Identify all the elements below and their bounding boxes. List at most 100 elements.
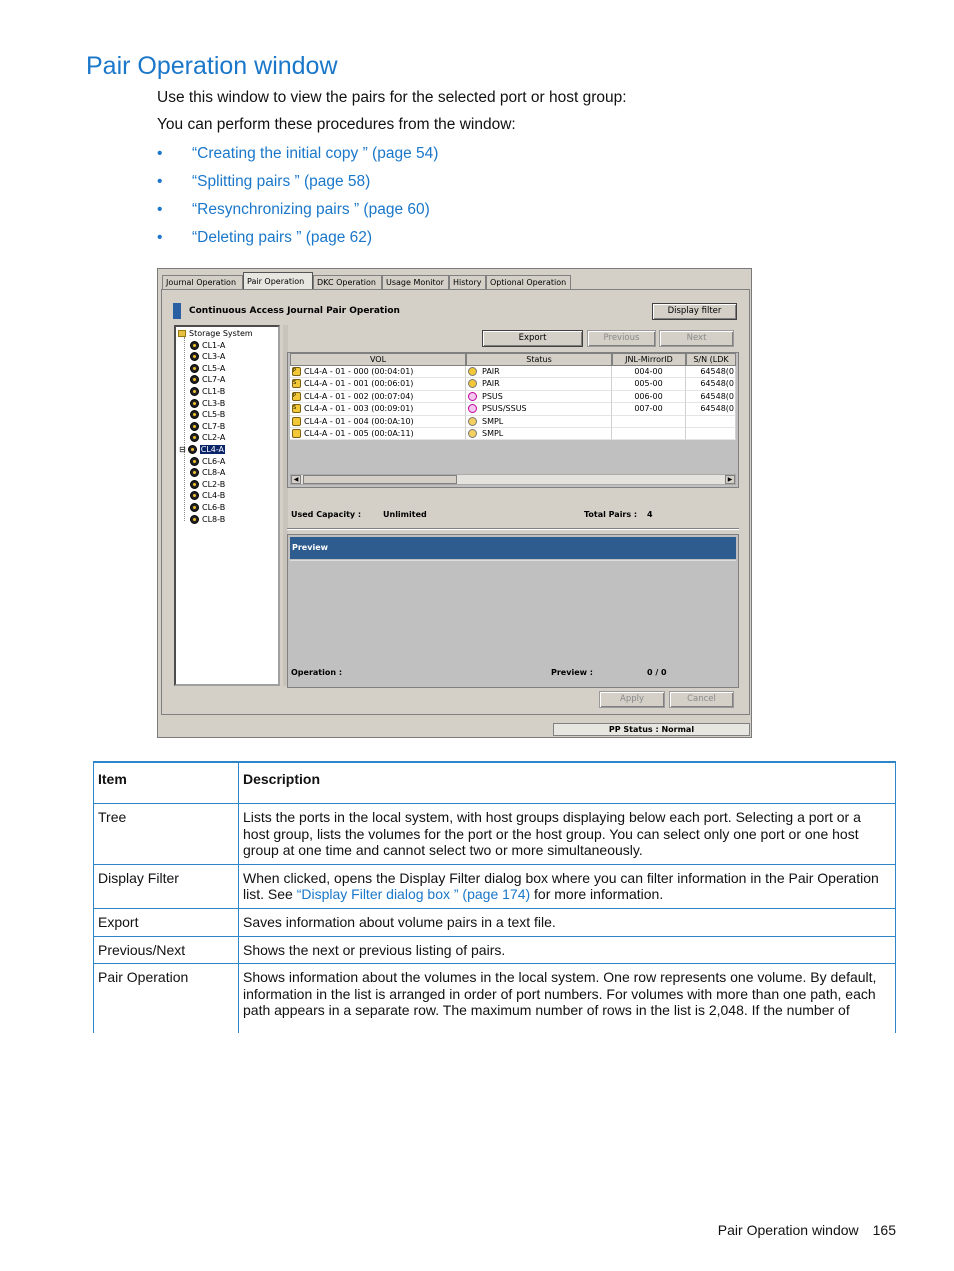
port-icon	[190, 340, 199, 350]
column-header-vol[interactable]: VOL	[290, 353, 466, 366]
sn-cell: 64548(0	[686, 378, 736, 391]
tree-item-cl7-b[interactable]: CL7-B	[190, 421, 225, 433]
table-row[interactable]: CL4-A - 01 - 005 (00:0A:11) SMPL	[290, 428, 736, 441]
tree-item-cl5-b[interactable]: CL5-B	[190, 409, 225, 421]
storage-tree[interactable]: Storage System CL1-A CL3-A CL5-A CL7-A C…	[174, 325, 280, 686]
scroll-right-icon[interactable]: ▶	[725, 475, 735, 484]
next-button[interactable]: Next	[659, 330, 734, 347]
tree-item-label: CL6-B	[202, 503, 226, 512]
table-row: Pair Operation Shows information about t…	[93, 963, 896, 1034]
tab-usage-monitor[interactable]: Usage Monitor	[382, 275, 449, 290]
expand-icon[interactable]: ⊟	[179, 445, 186, 454]
procedure-link-deleting-pairs[interactable]: “Deleting pairs ” (page 62)	[192, 229, 372, 246]
tree-item-cl3-b[interactable]: CL3-B	[190, 398, 225, 410]
vol-cell: CL4-A - 01 - 005 (00:0A:11)	[290, 428, 466, 441]
page-footer: Pair Operation window 165	[718, 1222, 896, 1238]
horizontal-scrollbar[interactable]: ◀ ▶	[290, 474, 736, 485]
table-row[interactable]: CL4-A - 01 - 004 (00:0A:10) SMPL	[290, 415, 736, 428]
tree-item-label: CL4-B	[202, 491, 226, 501]
tree-item-cl5-a[interactable]: CL5-A	[190, 363, 225, 375]
table-row[interactable]: P CL4-A - 01 - 002 (00:07:04) PSUS 006-00 64…	[290, 390, 736, 404]
tree-item-cl2-a[interactable]: CL2-A	[190, 432, 225, 444]
vol-text: CL4-A - 01 - 005 (00:0A:11)	[304, 429, 414, 438]
tree-item-cl7-a[interactable]: CL7-A	[190, 374, 225, 386]
tree-item-label: CL8-B	[202, 514, 226, 524]
tree-item-cl2-b[interactable]: CL2-B	[190, 479, 225, 491]
status-text: SMPL	[482, 416, 504, 426]
port-icon	[190, 375, 199, 385]
cancel-button[interactable]: Cancel	[669, 691, 734, 708]
port-icon	[190, 363, 199, 373]
vol-cell: S CL4-A - 01 - 001 (00:06:01)	[290, 378, 466, 391]
tree-item-cl6-a[interactable]: CL6-A	[190, 456, 225, 468]
scroll-thumb[interactable]	[303, 475, 457, 484]
previous-button[interactable]: Previous	[587, 330, 656, 347]
used-capacity-label: Used Capacity :	[291, 510, 362, 519]
table-row[interactable]: S CL4-A - 01 - 001 (00:06:01) PAIR 005-00 64…	[290, 378, 736, 391]
column-header-status[interactable]: Status	[466, 353, 612, 366]
tree-item-cl1-a[interactable]: CL1-A	[190, 340, 225, 352]
display-filter-button[interactable]: Display filter	[652, 303, 737, 320]
status-cell: PAIR	[466, 366, 612, 379]
bullet-icon: •	[157, 229, 163, 246]
page-title: Pair Operation window	[86, 52, 338, 80]
tree-item-cl6-b[interactable]: CL6-B	[190, 502, 225, 514]
display-filter-dialog-link[interactable]: “Display Filter dialog box ” (page 174)	[297, 886, 530, 902]
pair-list[interactable]: VOL Status JNL-MirrorID S/N (LDK P CL4-A …	[287, 352, 739, 488]
tree-item-label: CL8-A	[202, 468, 226, 478]
preview-count-label: Preview :	[551, 668, 593, 677]
procedures-intro: You can perform these procedures from th…	[157, 116, 516, 133]
tree-item-cl4-b[interactable]: CL4-B	[190, 490, 225, 502]
sn-cell: 64548(0	[686, 366, 736, 379]
tree-item-cl1-b[interactable]: CL1-B	[190, 386, 225, 398]
tab-journal-operation[interactable]: Journal Operation	[162, 275, 243, 290]
grid-empty-area	[290, 440, 736, 474]
port-icon	[190, 479, 199, 489]
status-cell: SMPL	[466, 428, 612, 441]
port-icon	[190, 410, 199, 420]
volume-icon: S	[292, 379, 301, 389]
procedure-list: • “Creating the initial copy ” (page 54) …	[157, 142, 438, 254]
port-icon	[190, 352, 199, 362]
item-cell: Tree	[93, 803, 239, 865]
tree-item-cl8-b[interactable]: CL8-B	[190, 514, 225, 526]
status-cell: SMPL	[466, 415, 612, 428]
table-row[interactable]: P CL4-A - 01 - 000 (00:04:01) PAIR 004-00 64…	[290, 366, 736, 379]
tab-optional-operation[interactable]: Optional Operation	[486, 275, 571, 290]
export-button[interactable]: Export	[482, 330, 583, 347]
list-item: • “Creating the initial copy ” (page 54)	[157, 142, 438, 170]
port-icon	[190, 491, 199, 501]
vol-cell: CL4-A - 01 - 004 (00:0A:10)	[290, 415, 466, 428]
tree-root[interactable]: Storage System	[178, 328, 253, 340]
status-icon	[468, 429, 477, 438]
column-header-sn[interactable]: S/N (LDK	[686, 353, 736, 366]
preview-count-value: 0 / 0	[647, 668, 667, 677]
port-icon	[190, 456, 199, 466]
tree-item-cl8-a[interactable]: CL8-A	[190, 467, 225, 479]
mirror-cell: 005-00	[612, 378, 686, 391]
procedure-link-creating-initial-copy[interactable]: “Creating the initial copy ” (page 54)	[192, 145, 438, 162]
tree-item-cl4-a[interactable]: ⊟ CL4-A	[179, 444, 226, 456]
status-cell: PAIR	[466, 378, 612, 391]
volume-icon	[292, 429, 301, 438]
tree-item-label: CL3-A	[202, 352, 226, 362]
tab-dkc-operation[interactable]: DKC Operation	[313, 275, 382, 290]
description-cell: Shows the next or previous listing of pa…	[238, 935, 896, 965]
preview-list[interactable]	[290, 560, 736, 660]
tab-history[interactable]: History	[449, 275, 486, 290]
page-number: 165	[872, 1222, 896, 1238]
apply-button[interactable]: Apply	[599, 691, 665, 708]
scroll-left-icon[interactable]: ◀	[291, 475, 301, 484]
tree-item-cl3-a[interactable]: CL3-A	[190, 351, 225, 363]
volume-icon	[292, 416, 301, 426]
status-icon	[468, 367, 477, 376]
table-row[interactable]: S CL4-A - 01 - 003 (00:09:01) PSUS/SSUS 007…	[290, 403, 736, 416]
status-text: PSUS	[482, 391, 503, 401]
column-header-jnl-mirrorid[interactable]: JNL-MirrorID	[612, 353, 686, 366]
procedure-link-splitting-pairs[interactable]: “Splitting pairs ” (page 58)	[192, 173, 370, 190]
port-icon	[190, 503, 199, 512]
procedure-link-resynchronizing-pairs[interactable]: “Resynchronizing pairs ” (page 60)	[192, 201, 430, 218]
status-text: PSUS/SSUS	[482, 404, 527, 414]
mirror-cell: 004-00	[612, 366, 686, 379]
description-cell: Lists the ports in the local system, wit…	[238, 803, 896, 865]
